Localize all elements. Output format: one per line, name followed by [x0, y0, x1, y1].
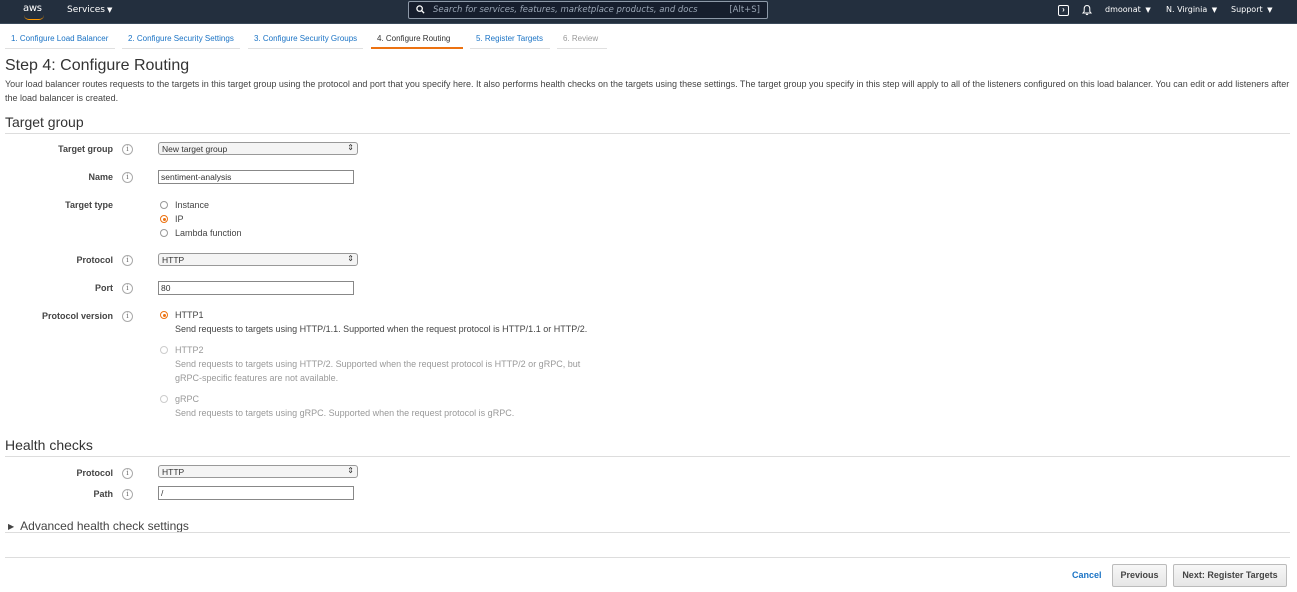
protocol-version-grpc-radio — [160, 395, 168, 403]
select-arrows-icon: ⇕ — [347, 143, 354, 152]
protocol-version-http1-label[interactable]: HTTP1 — [175, 310, 204, 320]
health-protocol-select-value: HTTP — [162, 467, 185, 477]
cancel-button[interactable]: Cancel — [1072, 570, 1102, 580]
tab-configure-security-settings[interactable]: 2. Configure Security Settings — [122, 33, 240, 49]
aws-smile-icon — [24, 15, 44, 20]
caret-down-icon: ▼ — [1145, 6, 1151, 14]
info-icon[interactable]: i — [122, 144, 133, 155]
protocol-version-grpc-desc: Send requests to targets using gRPC. Sup… — [175, 408, 515, 418]
target-group-select[interactable]: New target group ⇕ — [158, 142, 358, 155]
aws-logo-text: aws — [23, 3, 42, 14]
user-menu[interactable]: dmoonat ▼ — [1105, 5, 1151, 14]
health-protocol-label: Protocol — [76, 468, 113, 478]
protocol-version-http2-radio — [160, 346, 168, 354]
name-label: Name — [88, 172, 113, 182]
target-group-select-value: New target group — [162, 144, 228, 154]
advanced-health-check-label: Advanced health check settings — [20, 519, 189, 533]
aws-logo[interactable]: aws — [22, 2, 48, 20]
caret-down-icon: ▼ — [106, 6, 113, 14]
previous-button[interactable]: Previous — [1112, 564, 1167, 587]
health-checks-heading: Health checks — [5, 437, 93, 453]
caret-down-icon: ▼ — [1267, 6, 1273, 14]
services-menu[interactable]: Services ▼ — [67, 5, 112, 15]
divider — [5, 532, 1290, 533]
region-label: N. Virginia — [1166, 5, 1208, 14]
search-icon — [416, 5, 425, 14]
info-icon[interactable]: i — [122, 172, 133, 183]
divider — [5, 133, 1290, 134]
region-menu[interactable]: N. Virginia ▼ — [1166, 5, 1217, 14]
port-input[interactable]: 80 — [158, 281, 354, 295]
caret-right-icon: ▶ — [8, 522, 15, 531]
target-type-lambda-label[interactable]: Lambda function — [175, 228, 242, 238]
target-type-instance-radio[interactable] — [160, 201, 168, 209]
cloudshell-icon[interactable]: › — [1058, 5, 1069, 16]
tab-configure-load-balancer[interactable]: 1. Configure Load Balancer — [5, 33, 115, 49]
info-icon[interactable]: i — [122, 468, 133, 479]
name-input[interactable]: sentiment-analysis — [158, 170, 354, 184]
divider — [5, 456, 1290, 457]
tab-configure-security-groups[interactable]: 3. Configure Security Groups — [248, 33, 363, 49]
info-icon[interactable]: i — [122, 489, 133, 500]
protocol-version-http2-desc: Send requests to targets using HTTP/2. S… — [175, 359, 581, 383]
protocol-select[interactable]: HTTP ⇕ — [158, 253, 358, 266]
page-description: Your load balancer routes requests to th… — [5, 79, 1290, 103]
target-type-label: Target type — [65, 200, 113, 210]
health-protocol-select[interactable]: HTTP ⇕ — [158, 465, 358, 478]
support-label: Support — [1231, 5, 1263, 14]
top-nav: aws Services ▼ Search for services, featu… — [0, 0, 1297, 24]
health-path-label: Path — [93, 489, 113, 499]
target-group-label: Target group — [58, 144, 113, 154]
select-arrows-icon: ⇕ — [347, 466, 354, 475]
health-path-input[interactable]: / — [158, 486, 354, 500]
protocol-version-http1-radio[interactable] — [160, 311, 168, 319]
info-icon[interactable]: i — [122, 283, 133, 294]
target-group-heading: Target group — [5, 114, 84, 130]
protocol-label: Protocol — [76, 255, 113, 265]
search-shortcut: [Alt+S] — [729, 5, 760, 15]
target-type-ip-radio[interactable] — [160, 215, 168, 223]
bell-icon[interactable] — [1081, 4, 1093, 16]
info-icon[interactable]: i — [122, 255, 133, 266]
search-input[interactable]: Search for services, features, marketpla… — [408, 1, 768, 19]
user-label: dmoonat — [1105, 5, 1141, 14]
page-title: Step 4: Configure Routing — [5, 57, 190, 74]
services-label: Services — [67, 5, 105, 15]
protocol-version-http1-desc: Send requests to targets using HTTP/1.1.… — [175, 324, 588, 334]
port-label: Port — [95, 283, 113, 293]
divider — [5, 557, 1290, 558]
next-register-targets-button[interactable]: Next: Register Targets — [1173, 564, 1287, 587]
protocol-version-http2-label: HTTP2 — [175, 345, 204, 355]
select-arrows-icon: ⇕ — [347, 254, 354, 263]
protocol-select-value: HTTP — [162, 255, 185, 265]
advanced-health-check-toggle[interactable]: ▶ Advanced health check settings — [8, 519, 189, 533]
tab-review: 6. Review — [557, 33, 607, 49]
protocol-version-grpc-label: gRPC — [175, 394, 200, 404]
target-type-lambda-radio[interactable] — [160, 229, 168, 237]
tab-register-targets[interactable]: 5. Register Targets — [470, 33, 550, 49]
target-type-instance-label[interactable]: Instance — [175, 200, 209, 210]
support-menu[interactable]: Support ▼ — [1231, 5, 1273, 14]
search-placeholder: Search for services, features, marketpla… — [433, 5, 698, 15]
info-icon[interactable]: i — [122, 311, 133, 322]
protocol-version-label: Protocol version — [41, 311, 113, 321]
tab-configure-routing[interactable]: 4. Configure Routing — [371, 33, 463, 49]
caret-down-icon: ▼ — [1211, 6, 1218, 14]
target-type-ip-label[interactable]: IP — [175, 214, 184, 224]
